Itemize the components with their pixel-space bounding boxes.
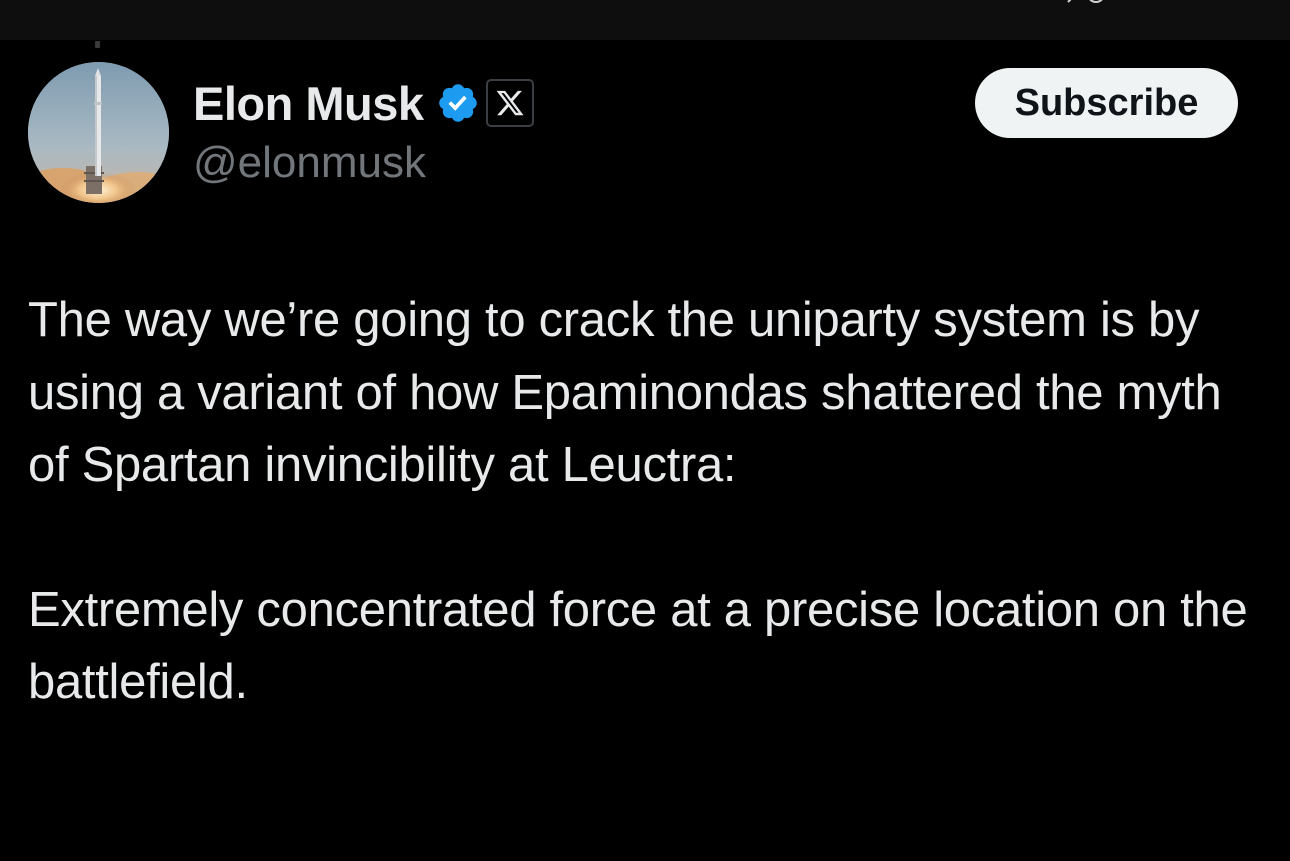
user-handle[interactable]: @elonmusk bbox=[193, 138, 426, 188]
tweet-paragraph: Extremely concentrated force at a precis… bbox=[28, 582, 1248, 710]
rocket-launch-avatar bbox=[28, 62, 169, 203]
avatar[interactable] bbox=[28, 62, 169, 203]
display-name[interactable]: Elon Musk bbox=[193, 76, 424, 131]
subscribe-button[interactable]: Subscribe bbox=[975, 68, 1238, 138]
verified-check-icon[interactable] bbox=[436, 81, 480, 125]
x-logo-icon[interactable] bbox=[485, 79, 534, 127]
partial-icon bbox=[1067, 0, 1103, 3]
tweet-body: The way we’re going to crack the unipart… bbox=[28, 284, 1268, 719]
scroll-tick bbox=[95, 41, 100, 48]
tweet-paragraph: The way we’re going to crack the unipart… bbox=[28, 293, 1222, 492]
author-name-row: Elon Musk bbox=[193, 76, 534, 130]
top-bar bbox=[0, 0, 1290, 40]
